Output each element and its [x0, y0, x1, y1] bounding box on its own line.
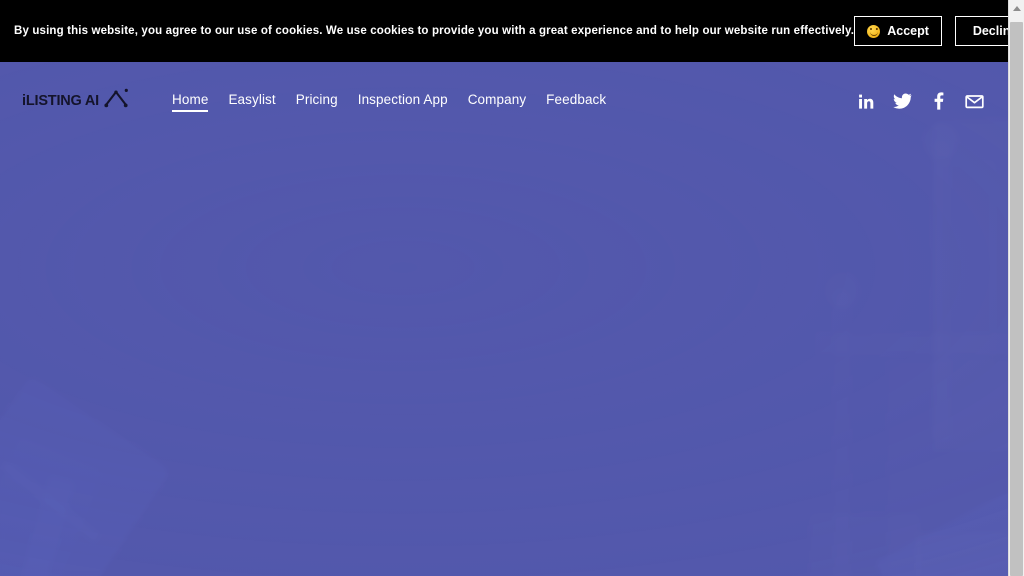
decline-button-label: Decline [972, 24, 1008, 38]
accept-button-label: Accept [887, 24, 929, 38]
vertical-scrollbar[interactable] [1008, 0, 1024, 576]
smiling-face-emoji-icon [867, 24, 881, 38]
brand-wordmark: iLISTING AI [22, 93, 100, 109]
linkedin-icon[interactable] [857, 92, 876, 111]
main-navigation: Home Easylist Pricing Inspection App Com… [162, 89, 616, 114]
cookie-consent-actions: Accept Decline [854, 16, 1008, 46]
nav-item-home[interactable]: Home [162, 89, 218, 114]
twitter-icon[interactable] [893, 92, 912, 111]
nav-item-easylist[interactable]: Easylist [218, 89, 285, 114]
scrollbar-thumb[interactable] [1010, 22, 1023, 576]
decline-cookies-button[interactable]: Decline [955, 16, 1008, 46]
nav-item-inspection-app[interactable]: Inspection App [348, 89, 458, 114]
browser-viewport: iLISTING AI Home Easylist Pricing Inspec… [0, 0, 1024, 576]
social-links [857, 92, 984, 111]
facebook-icon[interactable] [929, 92, 948, 111]
nav-item-feedback[interactable]: Feedback [536, 89, 616, 114]
brand-logo[interactable]: iLISTING AI [22, 88, 128, 114]
nav-item-pricing[interactable]: Pricing [286, 89, 348, 114]
cookie-consent-message: By using this website, you agree to our … [14, 25, 855, 37]
cookie-consent-banner: By using this website, you agree to our … [0, 0, 1008, 62]
email-icon[interactable] [965, 92, 984, 111]
nav-item-company[interactable]: Company [458, 89, 536, 114]
house-roof-icon [104, 88, 128, 114]
scroll-up-arrow-icon[interactable] [1009, 0, 1024, 17]
site-header: iLISTING AI Home Easylist Pricing Inspec… [0, 62, 1008, 140]
accept-cookies-button[interactable]: Accept [854, 16, 943, 46]
page-content: iLISTING AI Home Easylist Pricing Inspec… [0, 0, 1008, 576]
